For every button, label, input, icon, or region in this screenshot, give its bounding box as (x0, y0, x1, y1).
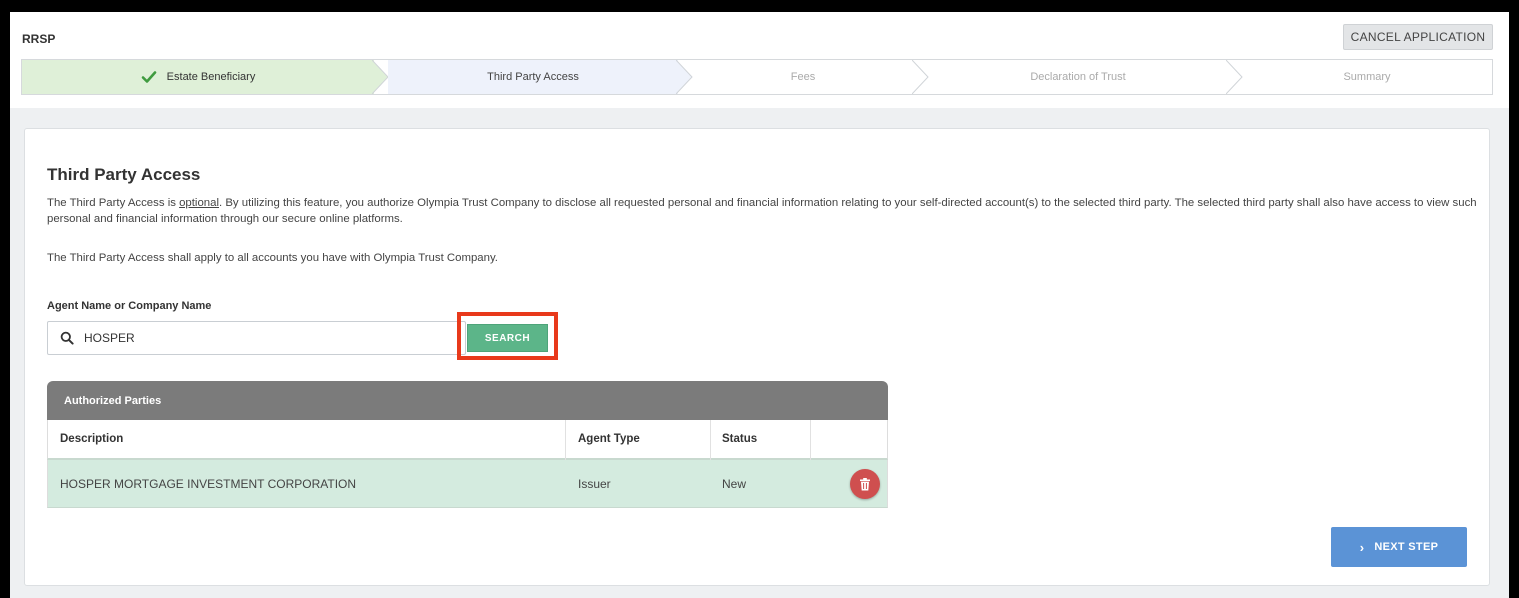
table-title: Authorized Parties (47, 381, 888, 420)
step-third-party-access[interactable]: Third Party Access (388, 60, 678, 94)
step-label: Estate Beneficiary (166, 71, 256, 83)
agent-search-field[interactable] (47, 321, 466, 355)
next-step-button[interactable]: › NEXT STEP (1331, 527, 1467, 567)
search-input[interactable] (84, 331, 444, 345)
cell-agent-type: Issuer (578, 476, 611, 491)
search-icon (60, 331, 74, 345)
cell-description: HOSPER MORTGAGE INVESTMENT CORPORATION (60, 476, 357, 491)
delete-button[interactable] (850, 469, 880, 499)
step-label: Third Party Access (487, 71, 579, 83)
checkmark-icon (141, 71, 156, 83)
step-fees[interactable]: Fees (692, 60, 914, 94)
intro-paragraph: The Third Party Access is optional. By u… (47, 195, 1477, 227)
search-button-highlight (457, 312, 558, 360)
top-bar: RRSP CANCEL APPLICATION Estate Beneficia… (10, 12, 1509, 108)
column-header-description: Description (60, 433, 124, 445)
app-title: RRSP (22, 32, 56, 46)
next-step-label: NEXT STEP (1374, 541, 1439, 553)
step-estate-beneficiary[interactable]: Estate Beneficiary (22, 60, 374, 94)
trash-icon (860, 477, 870, 490)
cancel-application-button[interactable]: CANCEL APPLICATION (1343, 24, 1493, 50)
step-summary[interactable]: Summary (1242, 60, 1492, 94)
column-divider (810, 420, 811, 460)
authorized-parties-table: Authorized Parties Description Agent Typ… (47, 381, 888, 511)
progress-stepper: Estate Beneficiary Third Party Access Fe… (21, 59, 1493, 95)
table-header-row: Description Agent Type Status (47, 420, 888, 460)
section-title: Third Party Access (47, 165, 201, 184)
column-divider (565, 420, 566, 460)
column-divider (710, 420, 711, 460)
step-label: Summary (1343, 71, 1391, 83)
chevron-right-icon: › (1359, 539, 1365, 555)
cell-status: New (722, 476, 747, 491)
column-header-status: Status (722, 433, 758, 445)
step-label: Declaration of Trust (1030, 71, 1126, 83)
step-label: Fees (790, 71, 816, 83)
step-declaration-of-trust[interactable]: Declaration of Trust (928, 60, 1228, 94)
apply-note: The Third Party Access shall apply to al… (47, 252, 498, 264)
agent-name-label: Agent Name or Company Name (47, 300, 212, 312)
table-row: HOSPER MORTGAGE INVESTMENT CORPORATION I… (47, 460, 888, 508)
intro-text-post: . By utilizing this feature, you authori… (47, 197, 1477, 225)
column-header-agent-type: Agent Type (578, 433, 640, 445)
optional-link: optional (179, 197, 219, 209)
app-frame: RRSP CANCEL APPLICATION Estate Beneficia… (10, 12, 1509, 598)
intro-text-pre: The Third Party Access is (47, 197, 180, 209)
third-party-access-card: Third Party Access The Third Party Acces… (24, 128, 1490, 586)
